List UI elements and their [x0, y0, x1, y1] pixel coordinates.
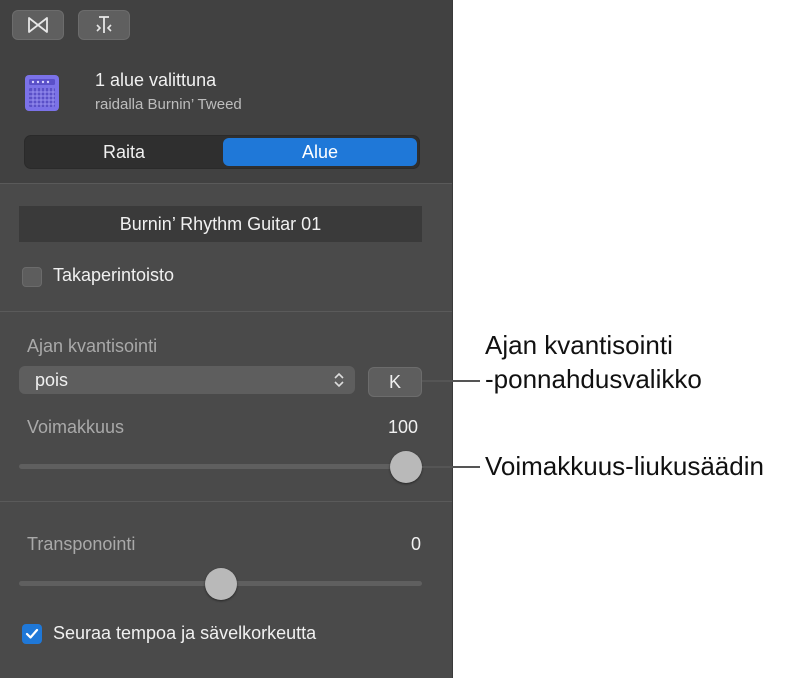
- amp-icon: [25, 75, 59, 111]
- quantize-callout-line2: -ponnahdusvalikko: [485, 364, 702, 394]
- follow-tempo-checkbox[interactable]: [22, 624, 42, 644]
- follow-tempo-label: Seuraa tempoa ja sävelkorkeutta: [53, 623, 317, 643]
- divider: [0, 501, 452, 502]
- quantize-popup[interactable]: pois: [19, 366, 355, 394]
- velocity-label: Voimakkuus: [27, 417, 125, 437]
- checkmark-icon: [25, 628, 39, 639]
- editor-scissors-icon: [96, 16, 112, 33]
- transpose-slider-knob[interactable]: [204, 568, 237, 600]
- transpose-label: Transponointi: [27, 534, 136, 554]
- velocity-value: 100: [388, 417, 419, 437]
- chevron-updown-icon: [334, 372, 344, 388]
- transpose-value: 0: [411, 534, 422, 554]
- reverse-label: Takaperintoisto: [53, 265, 175, 285]
- track-region-segmented-control: Raita Alue: [24, 135, 420, 169]
- velocity-slider-knob[interactable]: [390, 451, 422, 483]
- velocity-slider-track[interactable]: [19, 464, 422, 469]
- quantize-k-button[interactable]: K: [368, 367, 422, 397]
- selection-title: 1 alue valittuna: [95, 70, 217, 90]
- divider: [0, 183, 452, 184]
- smart-controls-button[interactable]: [12, 10, 64, 40]
- divider: [0, 311, 452, 312]
- reverse-checkbox[interactable]: [22, 267, 42, 287]
- quantize-callout-line1: Ajan kvantisointi: [485, 330, 673, 360]
- bowtie-smart-controls-icon: [28, 17, 48, 33]
- region-name-field[interactable]: Burnin’ Rhythm Guitar 01: [19, 206, 422, 242]
- inspector-header: 1 alue valittuna raidalla Burnin’ Tweed …: [0, 0, 452, 183]
- tab-alue[interactable]: Alue: [223, 138, 417, 166]
- velocity-callout: Voimakkuus-liukusäädin: [485, 451, 764, 481]
- velocity-callout-line: [422, 466, 480, 468]
- quantize-callout-line: [422, 380, 480, 382]
- editor-button[interactable]: [78, 10, 130, 40]
- quantize-label: Ajan kvantisointi: [27, 336, 158, 356]
- quantize-value: pois: [35, 370, 69, 390]
- region-inspector-panel: 1 alue valittuna raidalla Burnin’ Tweed …: [0, 0, 453, 678]
- selection-subtitle: raidalla Burnin’ Tweed: [95, 96, 242, 113]
- tab-raita[interactable]: Raita: [27, 138, 221, 166]
